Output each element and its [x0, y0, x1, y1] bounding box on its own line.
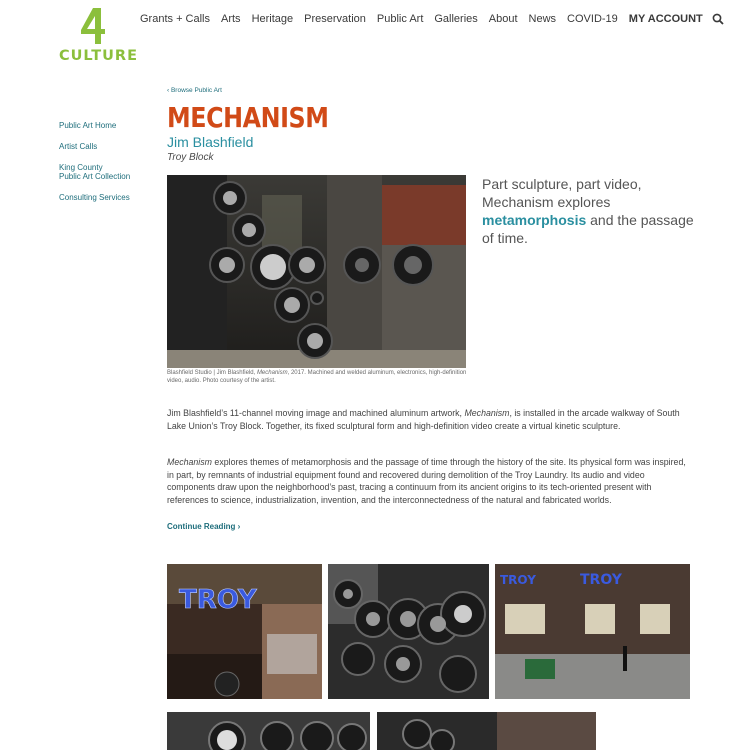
hero-caption: Blashfield Studio | Jim Blashfield, Mech…: [167, 369, 467, 385]
gallery-thumbnail-2[interactable]: [328, 564, 489, 699]
breadcrumb-browse-public-art[interactable]: ‹ Browse Public Art: [167, 87, 222, 94]
description-paragraph-1: Jim Blashfield’s 11-channel moving image…: [167, 407, 692, 432]
sidebar-item-consulting-services[interactable]: Consulting Services: [59, 193, 159, 202]
nav-arts[interactable]: Arts: [221, 13, 241, 25]
troy-sign-text-2b: TROY: [580, 572, 623, 588]
thumbnail-1-art: TROY: [167, 564, 322, 699]
p2-artwork-title: Mechanism: [167, 457, 212, 467]
search-icon[interactable]: [712, 13, 724, 25]
nav-news[interactable]: News: [529, 13, 557, 25]
gallery-thumbnail-5[interactable]: [377, 712, 596, 750]
pull-quote-text-1: Part sculpture, part video, Mechanism ex…: [482, 176, 642, 210]
thumbnail-3-art: TROY TROY: [495, 564, 690, 699]
sidebar-item-collection-line1: King County: [59, 163, 103, 172]
nav-grants-calls[interactable]: Grants + Calls: [140, 13, 210, 25]
sidebar-item-public-art-home[interactable]: Public Art Home: [59, 121, 159, 130]
nav-my-account[interactable]: MY ACCOUNT: [629, 13, 703, 25]
gallery-thumbnail-3[interactable]: TROY TROY: [495, 564, 690, 699]
nav-about[interactable]: About: [489, 13, 518, 25]
p1-artwork-title: Mechanism: [464, 408, 510, 418]
sidebar-item-collection[interactable]: King County Public Art Collection: [59, 163, 159, 181]
p2-text: explores themes of metamorphosis and the…: [167, 457, 686, 505]
nav-galleries[interactable]: Galleries: [434, 13, 477, 25]
logo[interactable]: CULTURE: [59, 8, 137, 64]
nav-heritage[interactable]: Heritage: [252, 13, 294, 25]
thumbnail-5-art: [377, 712, 596, 750]
troy-sign-text-2a: TROY: [500, 573, 536, 587]
continue-reading-link[interactable]: Continue Reading ›: [167, 522, 240, 531]
caption-title: Mechanism: [256, 370, 288, 376]
nav-preservation[interactable]: Preservation: [304, 13, 366, 25]
sidebar-item-collection-line2: Public Art Collection: [59, 172, 131, 181]
logo-text: CULTURE: [59, 48, 138, 64]
sidebar: Public Art Home Artist Calls King County…: [59, 121, 159, 214]
sidebar-item-artist-calls[interactable]: Artist Calls: [59, 142, 159, 151]
thumbnail-2-art: [328, 564, 489, 699]
hero-image-art: [167, 175, 466, 368]
artist-name-link[interactable]: Jim Blashfield: [167, 134, 253, 150]
pull-quote: Part sculpture, part video, Mechanism ex…: [482, 175, 702, 247]
nav-public-art[interactable]: Public Art: [377, 13, 423, 25]
artwork-location: Troy Block: [167, 152, 214, 163]
main-nav: Grants + Calls Arts Heritage Preservatio…: [140, 13, 724, 25]
caption-credit: Blashfield Studio | Jim Blashfield,: [167, 370, 257, 376]
hero-image[interactable]: [167, 175, 466, 368]
page-title: MECHANISM: [167, 101, 329, 134]
pull-quote-highlight: metamorphosis: [482, 212, 587, 228]
nav-covid-19[interactable]: COVID-19: [567, 13, 618, 25]
p1-text-1: Jim Blashfield’s 11-channel moving image…: [167, 408, 465, 418]
gallery-thumbnail-4[interactable]: [167, 712, 370, 750]
troy-sign-text-1: TROY: [179, 585, 258, 615]
gallery-thumbnail-1[interactable]: TROY: [167, 564, 322, 699]
logo-four-icon: [81, 8, 105, 44]
thumbnail-4-art: [167, 712, 370, 750]
description-paragraph-2: Mechanism explores themes of metamorphos…: [167, 456, 692, 506]
